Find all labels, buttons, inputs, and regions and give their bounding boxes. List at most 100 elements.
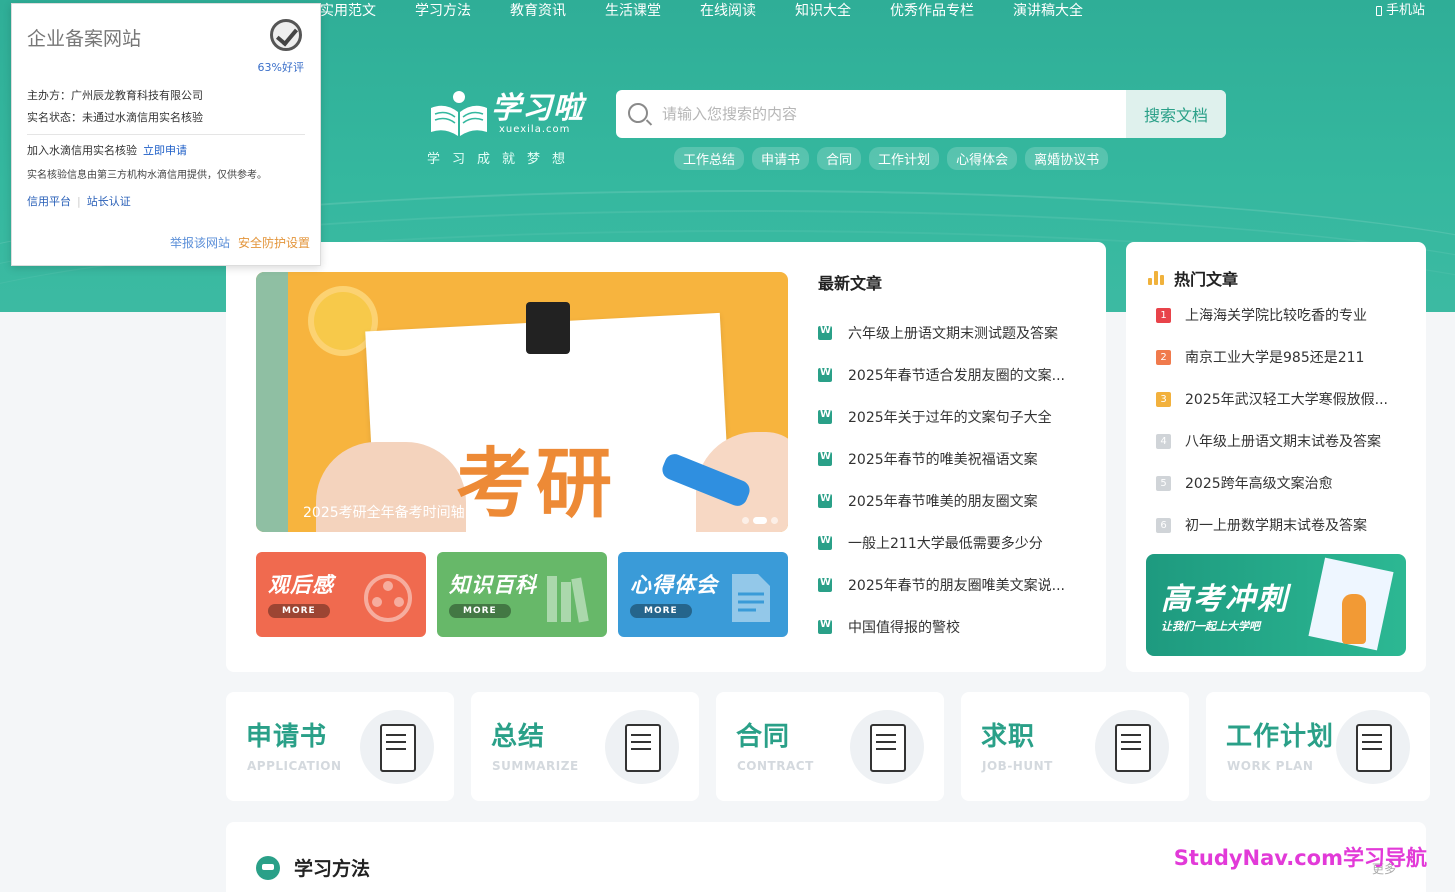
hot-item[interactable]: 6 初一上册数学期末试卷及答案 [1156,504,1416,546]
phone-icon [1375,6,1382,16]
rank-badge: 4 [1156,433,1171,449]
nav-item[interactable]: 教育资讯 [510,0,566,22]
carousel-dot[interactable] [771,517,778,524]
article-title: 中国值得报的警校 [848,620,960,636]
application-form-icon [360,710,434,784]
category-en: WORK PLAN [1227,759,1314,773]
join-text: 加入水滴信用实名核验 [27,144,137,157]
rank-badge: 2 [1156,349,1171,365]
nav-item[interactable]: 实用范文 [320,0,376,22]
hot-tag[interactable]: 工作计划 [869,147,940,170]
hot-item-title: 2025年武汉轻工大学寒假放假... [1185,392,1388,408]
hot-item[interactable]: 5 2025跨年高级文案治愈 [1156,462,1416,504]
rating-text: 63%好评 [257,61,304,74]
carousel-dot-active[interactable] [753,517,767,524]
search-bar: 搜索文档 [616,90,1226,138]
resume-search-icon [1095,710,1169,784]
tile-title: 心得体会 [630,573,718,597]
category-name: 申请书 [246,722,328,752]
search-button[interactable]: 搜索文档 [1126,90,1226,138]
divider [27,134,305,135]
article-title: 2025年春节唯美的朋友圈文案 [848,494,1038,510]
article-item[interactable]: 2025年春节唯美的朋友圈文案 [818,480,1088,522]
hot-tag[interactable]: 心得体会 [947,147,1018,170]
presentation-icon [605,710,679,784]
article-item[interactable]: 一般上211大学最低需要多少分 [818,522,1088,564]
more-badge: MORE [449,604,511,618]
article-item[interactable]: 中国值得报的警校 [818,606,1088,648]
word-doc-icon [818,493,832,508]
nav-item[interactable]: 优秀作品专栏 [890,0,974,22]
banner-subtitle: 让我们一起上大学吧 [1161,620,1260,633]
category-name: 工作计划 [1226,722,1335,752]
hot-item[interactable]: 2 南京工业大学是985还是211 [1156,336,1416,378]
category-application[interactable]: 申请书 APPLICATION [226,692,454,801]
hot-tag[interactable]: 申请书 [752,147,810,170]
category-summary[interactable]: 总结 SUMMARIZE [471,692,699,801]
latest-title: 最新文章 [818,274,883,293]
gaokao-banner[interactable]: 高考冲刺 让我们一起上大学吧 [1146,554,1406,656]
film-reel-icon [364,574,412,622]
site-filing-popup: 企业备案网站 63%好评 主办方：广州辰龙教育科技有限公司 实名状态：未通过水滴… [11,3,321,266]
nav-item[interactable]: 生活课堂 [605,0,661,22]
hot-item-title: 2025跨年高级文案治愈 [1185,476,1333,492]
hot-item[interactable]: 3 2025年武汉轻工大学寒假放假... [1156,378,1416,420]
tile-reflection[interactable]: 观后感 MORE [256,552,426,637]
hot-item[interactable]: 4 八年级上册语文期末试卷及答案 [1156,420,1416,462]
category-job-hunt[interactable]: 求职 JOB-HUNT [961,692,1189,801]
mobile-site-label: 手机站 [1385,3,1425,18]
category-name: 求职 [981,722,1036,752]
article-item[interactable]: 2025年春节的朋友圈唯美文案说... [818,564,1088,606]
category-en: APPLICATION [247,759,342,773]
carousel-banner[interactable]: 考研 2025考研全年备考时间轴 [256,272,788,532]
site-logo[interactable]: 学习啦 xuexila.com 学习成就梦想 [427,90,592,167]
category-contract[interactable]: 合同 CONTRACT [716,692,944,801]
banner-word: 考研 [456,439,616,528]
category-name: 总结 [491,722,546,752]
mobile-site-link[interactable]: 手机站 [1375,0,1425,22]
owner-cert-link[interactable]: 站长认证 [87,195,131,208]
section-title: 学习方法 [294,858,371,880]
article-title: 六年级上册语文期末测试题及答案 [848,326,1058,342]
top-nav: 实用范文 学习方法 教育资讯 生活课堂 在线阅读 知识大全 优秀作品专栏 演讲稿… [320,0,1122,22]
article-item[interactable]: 2025年春节适合发朋友圈的文案... [818,354,1088,396]
carousel-dot[interactable] [742,517,749,524]
graduation-cap-icon [256,855,280,880]
hot-tag[interactable]: 合同 [817,147,862,170]
word-doc-icon [818,535,832,550]
category-en: CONTRACT [737,759,814,773]
category-name: 合同 [736,722,791,752]
status-text: 实名状态：未通过水滴信用实名核验 [27,111,203,124]
star-mascot [314,292,372,350]
nav-item[interactable]: 在线阅读 [700,0,756,22]
nav-item[interactable]: 学习方法 [415,0,471,22]
word-doc-icon [818,451,832,466]
hot-item-title: 上海海关学院比较吃香的专业 [1185,308,1367,324]
hot-item[interactable]: 1 上海海关学院比较吃香的专业 [1156,294,1416,336]
hot-list: 1 上海海关学院比较吃香的专业 2 南京工业大学是985还是211 3 2025年武汉… [1156,294,1416,546]
security-settings-link[interactable]: 安全防护设置 [238,236,310,250]
report-link[interactable]: 举报该网站 [170,236,230,250]
article-item[interactable]: 六年级上册语文期末测试题及答案 [818,312,1088,354]
category-work-plan[interactable]: 工作计划 WORK PLAN [1206,692,1430,801]
hot-tag[interactable]: 离婚协议书 [1025,147,1109,170]
tile-encyclopedia[interactable]: 知识百科 MORE [437,552,607,637]
tile-experience[interactable]: 心得体会 MORE [618,552,788,637]
article-item[interactable]: 2025年春节的唯美祝福语文案 [818,438,1088,480]
apply-link[interactable]: 立即申请 [143,144,187,157]
category-cards: 申请书 APPLICATION 总结 SUMMARIZE 合同 CONTRACT… [226,692,1430,801]
credit-platform-link[interactable]: 信用平台 [27,195,71,208]
plan-document-icon [1336,710,1410,784]
word-doc-icon [818,325,832,340]
article-title: 2025年春节的唯美祝福语文案 [848,452,1038,468]
latest-articles: 最新文章 六年级上册语文期末测试题及答案 2025年春节适合发朋友圈的文案...… [818,270,1088,648]
word-doc-icon [818,367,832,382]
student-graphic [1342,594,1366,644]
word-doc-icon [818,577,832,592]
hot-tag[interactable]: 工作总结 [674,147,745,170]
article-item[interactable]: 2025年关于过年的文案句子大全 [818,396,1088,438]
search-input[interactable] [648,90,1126,138]
sponsor-text: 主办方：广州辰龙教育科技有限公司 [27,89,203,102]
nav-item[interactable]: 演讲稿大全 [1013,0,1083,22]
nav-item[interactable]: 知识大全 [795,0,851,22]
